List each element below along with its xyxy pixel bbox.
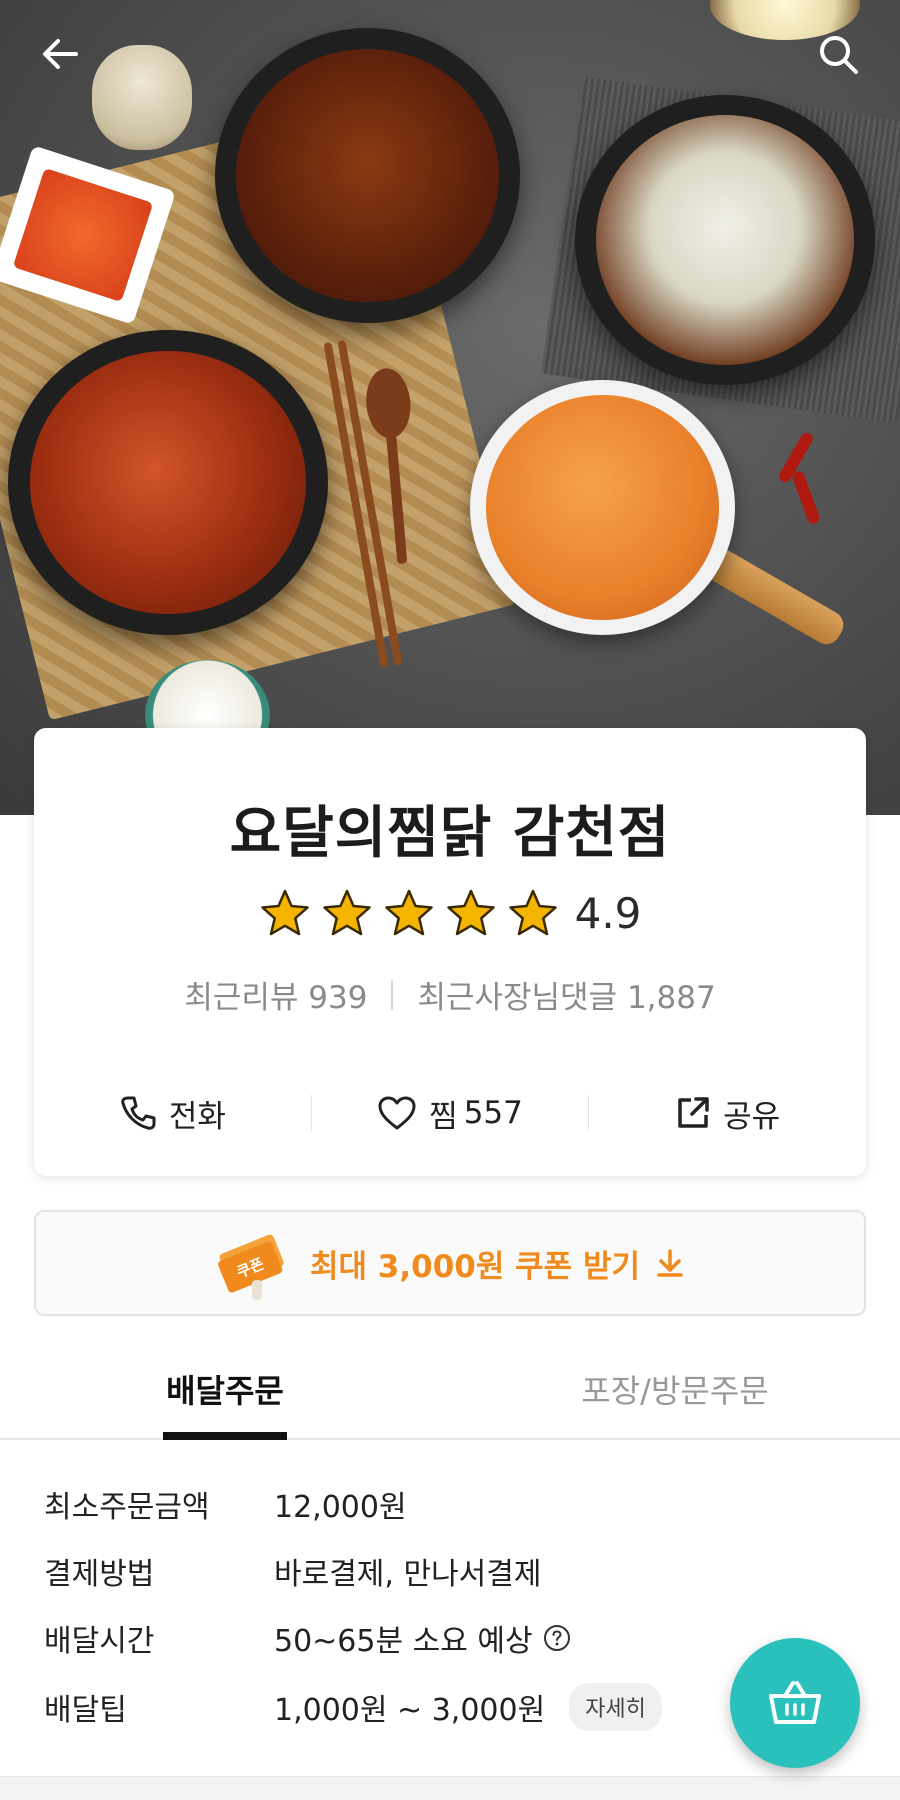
rose-sauce-pan-image	[470, 380, 735, 635]
delivery-time-row: 배달시간 50~65분 소요 예상	[44, 1616, 571, 1660]
recent-reviews-label: 최근리뷰	[184, 980, 299, 1016]
search-button[interactable]	[812, 28, 864, 80]
star-icon	[322, 889, 371, 936]
download-icon	[657, 1249, 683, 1277]
recent-reviews-count: 939	[308, 980, 368, 1016]
share-icon	[678, 1097, 709, 1128]
owner-replies-link[interactable]: 최근사장님댓글 1,887	[417, 972, 715, 1017]
delivery-time-value: 50~65분 소요 예상	[274, 1624, 533, 1659]
rating-value: 4.9	[574, 888, 642, 938]
order-type-tabs: 배달주문 포장/방문주문	[0, 1340, 900, 1440]
tab-delivery[interactable]: 배달주문	[0, 1340, 450, 1438]
delivery-time-value-wrap: 50~65분 소요 예상	[274, 1616, 571, 1660]
delivery-tip-row: 배달팁 1,000원 ~ 3,000원 자세히	[44, 1683, 662, 1731]
call-button[interactable]: 전화	[34, 1091, 311, 1136]
payment-value: 바로결제, 만나서결제	[274, 1557, 542, 1592]
owner-replies-label: 최근사장님댓글	[417, 980, 618, 1016]
back-button[interactable]	[34, 28, 86, 80]
cart-button[interactable]	[730, 1638, 860, 1768]
like-button[interactable]: 찜 557	[312, 1091, 589, 1136]
owner-replies-count: 1,887	[626, 980, 716, 1016]
like-label: 찜	[429, 1098, 458, 1135]
review-meta-row: 최근리뷰 939 최근사장님댓글 1,887	[34, 972, 866, 1017]
cheese-chicken-pot-image	[575, 95, 875, 385]
star-icon	[384, 889, 433, 936]
min-order-row: 최소주문금액 12,000원	[44, 1482, 407, 1526]
star-icon	[446, 889, 495, 936]
store-actions: 전화 찜 557 공유	[34, 1083, 866, 1143]
kimchi-chicken-pot-image	[8, 330, 328, 635]
min-order-label: 최소주문금액	[44, 1490, 210, 1525]
star-icon	[260, 889, 309, 936]
delivery-tip-value: 1,000원 ~ 3,000원	[274, 1693, 546, 1728]
rating-row[interactable]: 4.9	[34, 888, 866, 938]
tip-detail-button[interactable]: 자세히	[569, 1683, 662, 1731]
braised-chicken-pot-image	[215, 28, 520, 323]
share-button[interactable]: 공유	[589, 1091, 866, 1136]
search-icon	[820, 36, 858, 74]
call-label: 전화	[168, 1098, 226, 1135]
pan-handle-decoration	[701, 544, 849, 650]
tab-pickup[interactable]: 포장/방문주문	[450, 1340, 900, 1438]
payment-row: 결제방법 바로결제, 만나서결제	[44, 1549, 541, 1593]
share-label: 공유	[723, 1098, 781, 1135]
heart-icon	[378, 1096, 416, 1130]
store-hero-image	[0, 0, 900, 815]
section-divider	[0, 1776, 900, 1800]
recent-reviews-link[interactable]: 최근리뷰 939	[184, 972, 367, 1017]
min-order-value: 12,000원	[274, 1490, 407, 1525]
delivery-tip-value-wrap: 1,000원 ~ 3,000원 자세히	[274, 1683, 662, 1731]
store-name: 요달의찜닭 감천점	[229, 801, 671, 866]
arrow-left-icon	[43, 39, 78, 69]
basket-icon	[769, 1681, 821, 1724]
like-count: 557	[463, 1095, 523, 1131]
question-circle-icon[interactable]	[543, 1624, 571, 1652]
delivery-time-label: 배달시간	[44, 1624, 155, 1659]
meta-divider	[391, 979, 394, 1010]
coupon-banner[interactable]: 쿠폰 최대 3,000원 쿠폰 받기	[34, 1210, 866, 1316]
store-info-card: 요달의찜닭 감천점 4.9 최근리뷰 939 최근사장님댓글 1,887 전화 …	[34, 728, 866, 1176]
chili-decoration	[790, 469, 822, 526]
delivery-tip-label: 배달팁	[44, 1693, 127, 1728]
phone-icon	[121, 1096, 156, 1130]
jar-decoration	[92, 45, 192, 150]
store-page: 요달의찜닭 감천점 4.9 최근리뷰 939 최근사장님댓글 1,887 전화 …	[0, 0, 900, 1800]
star-icon	[508, 889, 557, 936]
payment-label: 결제방법	[44, 1557, 155, 1592]
coupon-label: 최대 3,000원 쿠폰 받기	[309, 1248, 641, 1285]
coupon-ticket-icon: 쿠폰	[218, 1234, 284, 1300]
